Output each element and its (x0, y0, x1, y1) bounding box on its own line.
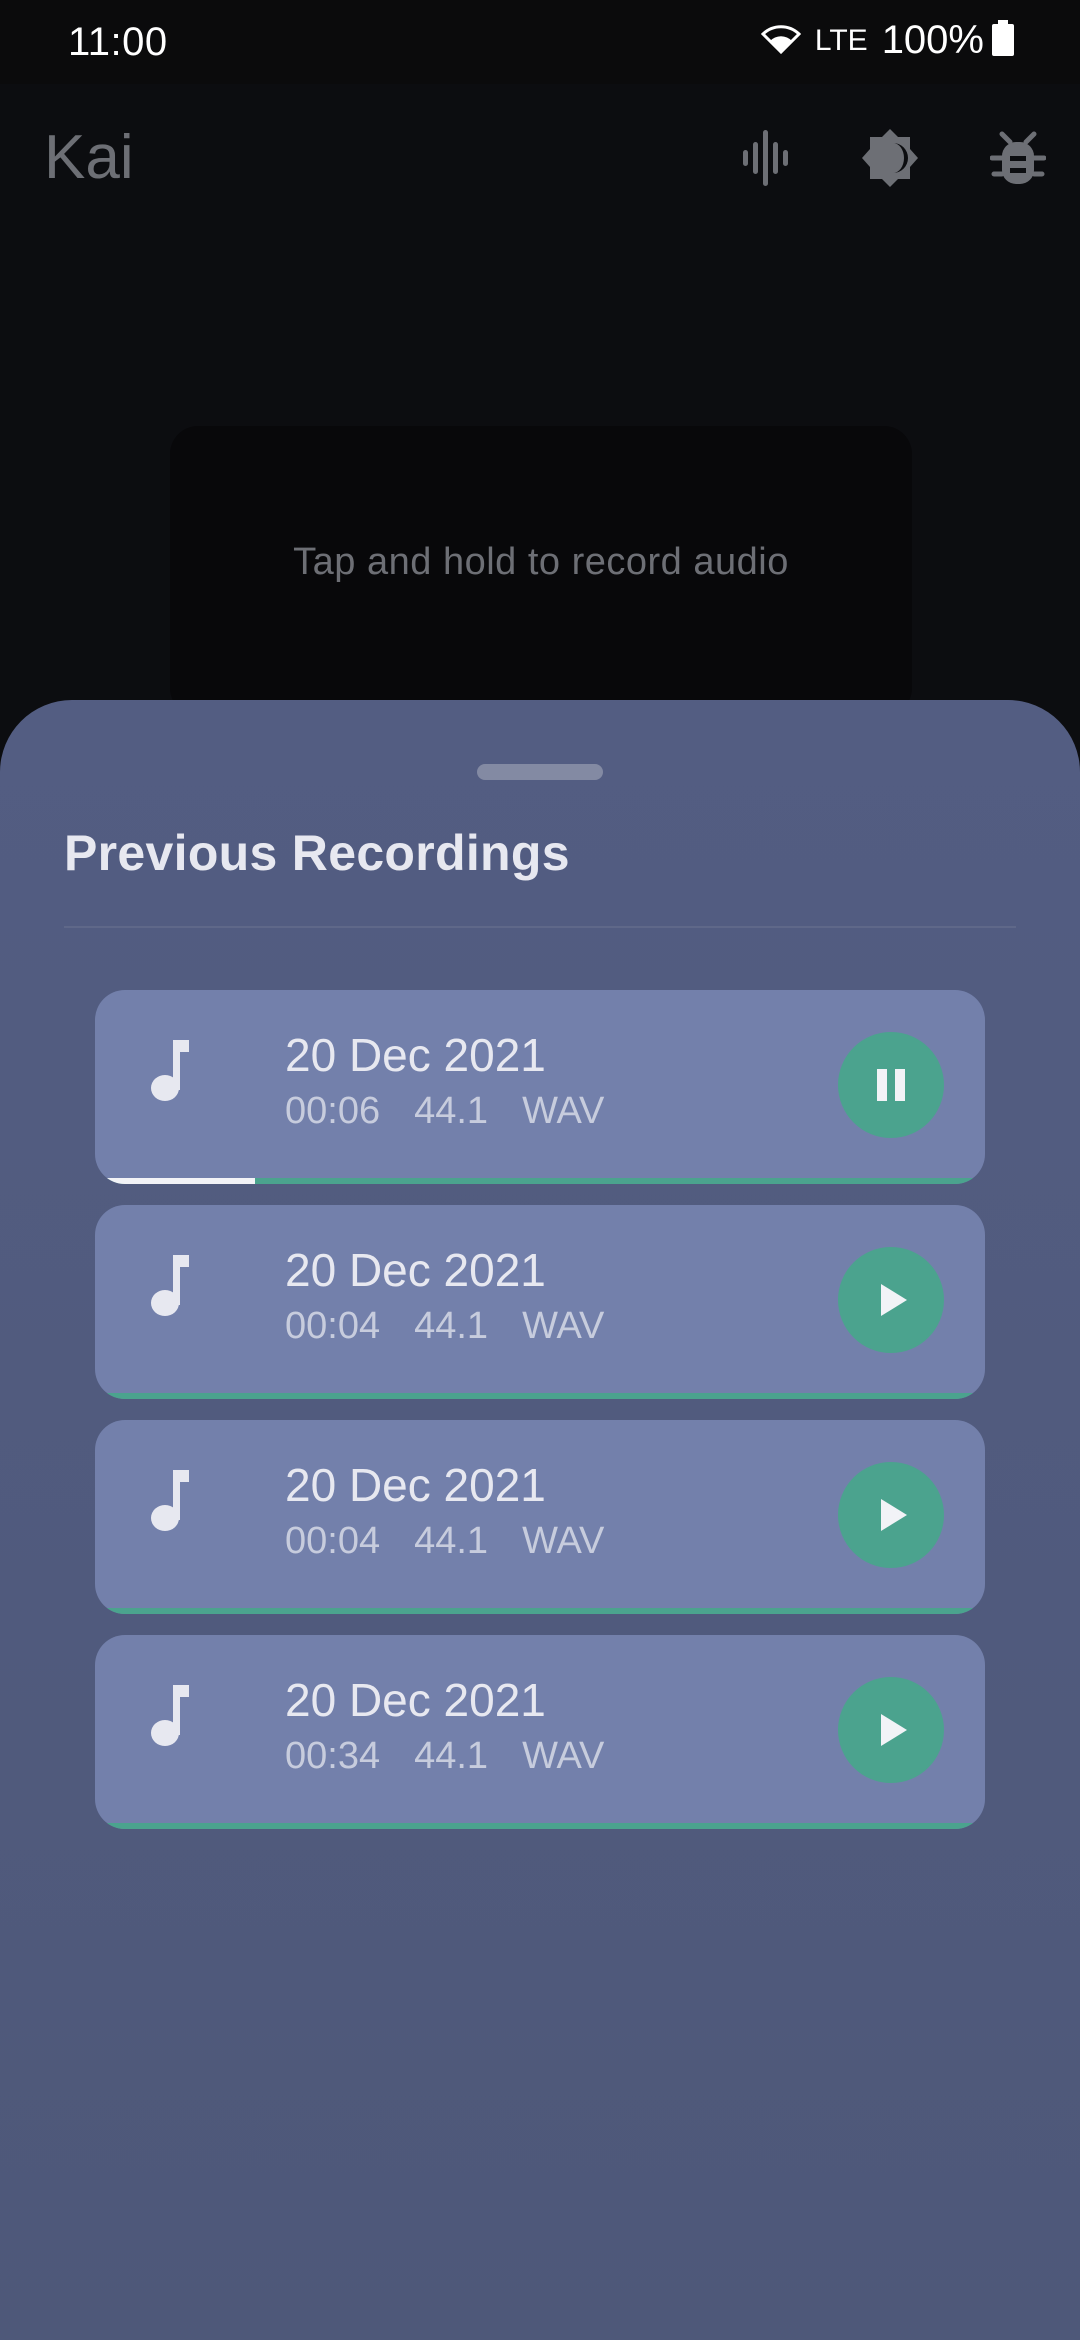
app-bar: Kai (0, 84, 1080, 232)
app-title: Kai (44, 123, 134, 192)
wifi-icon (760, 22, 802, 59)
music-note-icon (149, 1466, 197, 1536)
divider (64, 926, 1016, 928)
status-time: 11:00 (68, 20, 168, 64)
playback-progress (95, 1178, 985, 1184)
music-note-icon (149, 1681, 197, 1751)
pause-button[interactable] (838, 1032, 944, 1138)
brightness-icon[interactable] (858, 126, 922, 190)
recording-duration: 00:04 (285, 1305, 381, 1347)
play-button[interactable] (838, 1677, 944, 1783)
recording-format: WAV (522, 1735, 605, 1777)
status-bar: 11:00 LTE 100% (0, 0, 1080, 84)
waveform-icon[interactable] (733, 126, 797, 190)
status-indicators: LTE 100% (760, 18, 1014, 63)
recording-rate: 44.1 (414, 1735, 489, 1777)
recording-date: 20 Dec 2021 (285, 1244, 546, 1296)
sheet-title: Previous Recordings (64, 825, 570, 881)
music-note-icon (149, 1036, 197, 1106)
playback-progress-fill (95, 1178, 256, 1184)
recording-rate: 44.1 (414, 1090, 489, 1132)
recording-item[interactable]: 20 Dec 2021 00:04 44.1 WAV (95, 1205, 985, 1399)
play-button[interactable] (838, 1247, 944, 1353)
recordings-list: 20 Dec 2021 00:06 44.1 WAV 20 Dec 2021 0… (95, 990, 985, 1850)
recording-duration: 00:04 (285, 1520, 381, 1562)
recording-meta: 00:04 44.1 WAV (285, 1305, 638, 1348)
battery-icon (992, 20, 1014, 61)
recordings-sheet: Previous Recordings 20 Dec 2021 00:06 44… (0, 700, 1080, 2340)
recording-rate: 44.1 (414, 1520, 489, 1562)
music-note-icon (149, 1251, 197, 1321)
recording-meta: 00:34 44.1 WAV (285, 1735, 638, 1778)
recording-item[interactable]: 20 Dec 2021 00:06 44.1 WAV (95, 990, 985, 1184)
play-icon (881, 1714, 907, 1746)
recording-item[interactable]: 20 Dec 2021 00:04 44.1 WAV (95, 1420, 985, 1614)
recording-date: 20 Dec 2021 (285, 1029, 546, 1081)
recording-format: WAV (522, 1305, 605, 1347)
play-icon (881, 1284, 907, 1316)
recording-meta: 00:06 44.1 WAV (285, 1090, 638, 1133)
playback-progress (95, 1608, 985, 1614)
recording-meta: 00:04 44.1 WAV (285, 1520, 638, 1563)
record-button-area[interactable]: Tap and hold to record audio (170, 426, 912, 716)
play-icon (881, 1499, 907, 1531)
recording-date: 20 Dec 2021 (285, 1459, 546, 1511)
recording-duration: 00:06 (285, 1090, 381, 1132)
recording-duration: 00:34 (285, 1735, 381, 1777)
playback-progress (95, 1823, 985, 1829)
recording-rate: 44.1 (414, 1305, 489, 1347)
pause-icon (877, 1069, 905, 1101)
recording-format: WAV (522, 1520, 605, 1562)
playback-progress (95, 1393, 985, 1399)
drag-handle[interactable] (477, 764, 603, 780)
recording-item[interactable]: 20 Dec 2021 00:34 44.1 WAV (95, 1635, 985, 1829)
record-hint: Tap and hold to record audio (293, 540, 789, 583)
battery-percent: 100% (881, 18, 984, 62)
play-button[interactable] (838, 1462, 944, 1568)
network-type: LTE (814, 23, 868, 57)
recording-format: WAV (522, 1090, 605, 1132)
bug-icon[interactable] (986, 126, 1050, 190)
recording-date: 20 Dec 2021 (285, 1674, 546, 1726)
